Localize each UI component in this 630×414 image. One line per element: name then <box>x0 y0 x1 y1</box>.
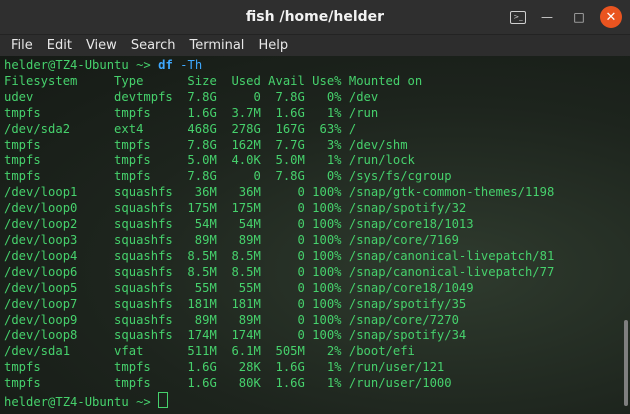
output-row: udev devtmpfs 7.8G 0 7.8G 0% /dev <box>4 89 379 104</box>
text-cursor <box>158 392 169 409</box>
menu-file[interactable]: File <box>4 38 40 53</box>
output-row: tmpfs tmpfs 5.0M 4.0K 5.0M 1% /run/lock <box>4 153 415 168</box>
minimize-button[interactable]: — <box>536 6 558 28</box>
output-row: /dev/loop8 squashfs 174M 174M 0 100% /sn… <box>4 328 467 343</box>
command: df <box>158 58 173 72</box>
output-row: /dev/sda1 vfat 511M 6.1M 505M 2% /boot/e… <box>4 344 415 359</box>
output-row: tmpfs tmpfs 1.6G 3.7M 1.6G 1% /run <box>4 105 379 120</box>
prompt-user: helder@TZ4-Ubuntu <box>4 395 129 410</box>
output-header: Filesystem Type Size Used Avail Use% Mou… <box>4 73 423 88</box>
output-row: tmpfs tmpfs 1.6G 80K 1.6G 1% /run/user/1… <box>4 376 452 391</box>
output-row: /dev/sda2 ext4 468G 278G 167G 63% / <box>4 121 357 136</box>
window-controls: >_ — □ ✕ <box>510 6 622 28</box>
scrollbar[interactable] <box>624 320 628 406</box>
maximize-button[interactable]: □ <box>568 6 590 28</box>
output-row: /dev/loop1 squashfs 36M 36M 0 100% /snap… <box>4 185 555 200</box>
output-row: /dev/loop4 squashfs 8.5M 8.5M 0 100% /sn… <box>4 248 555 263</box>
prompt-user: helder@TZ4-Ubuntu <box>4 58 129 72</box>
output-row: /dev/loop5 squashfs 55M 55M 0 100% /snap… <box>4 280 474 295</box>
menu-terminal[interactable]: Terminal <box>182 38 251 53</box>
menu-edit[interactable]: Edit <box>40 38 79 53</box>
title-bar[interactable]: fish /home/helder >_ — □ ✕ <box>0 0 630 35</box>
new-tab-icon[interactable]: >_ <box>510 10 526 24</box>
terminal-window: fish /home/helder >_ — □ ✕ File Edit Vie… <box>0 0 630 414</box>
terminal-output[interactable]: helder@TZ4-Ubuntu ~> df -Th Filesystem Ty… <box>0 56 630 414</box>
output-row: /dev/loop0 squashfs 175M 175M 0 100% /sn… <box>4 201 467 216</box>
prompt-line: helder@TZ4-Ubuntu ~> <box>4 392 626 411</box>
window-title: fish /home/helder <box>245 9 385 25</box>
close-button[interactable]: ✕ <box>600 6 622 28</box>
prompt-cwd: ~> <box>136 395 151 410</box>
output-row: tmpfs tmpfs 7.8G 162M 7.7G 3% /dev/shm <box>4 137 408 152</box>
command-arg: -Th <box>180 58 203 72</box>
output-row: /dev/loop2 squashfs 54M 54M 0 100% /snap… <box>4 217 474 232</box>
output-row: /dev/loop3 squashfs 89M 89M 0 100% /snap… <box>4 232 459 247</box>
output-row: /dev/loop6 squashfs 8.5M 8.5M 0 100% /sn… <box>4 264 555 279</box>
menu-view[interactable]: View <box>79 38 124 53</box>
output-row: tmpfs tmpfs 7.8G 0 7.8G 0% /sys/fs/cgrou… <box>4 169 452 184</box>
prompt-cwd: ~> <box>136 58 151 72</box>
output-row: /dev/loop7 squashfs 181M 181M 0 100% /sn… <box>4 296 467 311</box>
menu-help[interactable]: Help <box>251 38 295 53</box>
output-row: /dev/loop9 squashfs 89M 89M 0 100% /snap… <box>4 312 459 327</box>
menu-search[interactable]: Search <box>124 38 183 53</box>
output-row: tmpfs tmpfs 1.6G 28K 1.6G 1% /run/user/1… <box>4 360 445 375</box>
menu-bar: File Edit View Search Terminal Help <box>0 35 630 57</box>
command-line: helder@TZ4-Ubuntu ~> df -Th <box>4 58 626 74</box>
